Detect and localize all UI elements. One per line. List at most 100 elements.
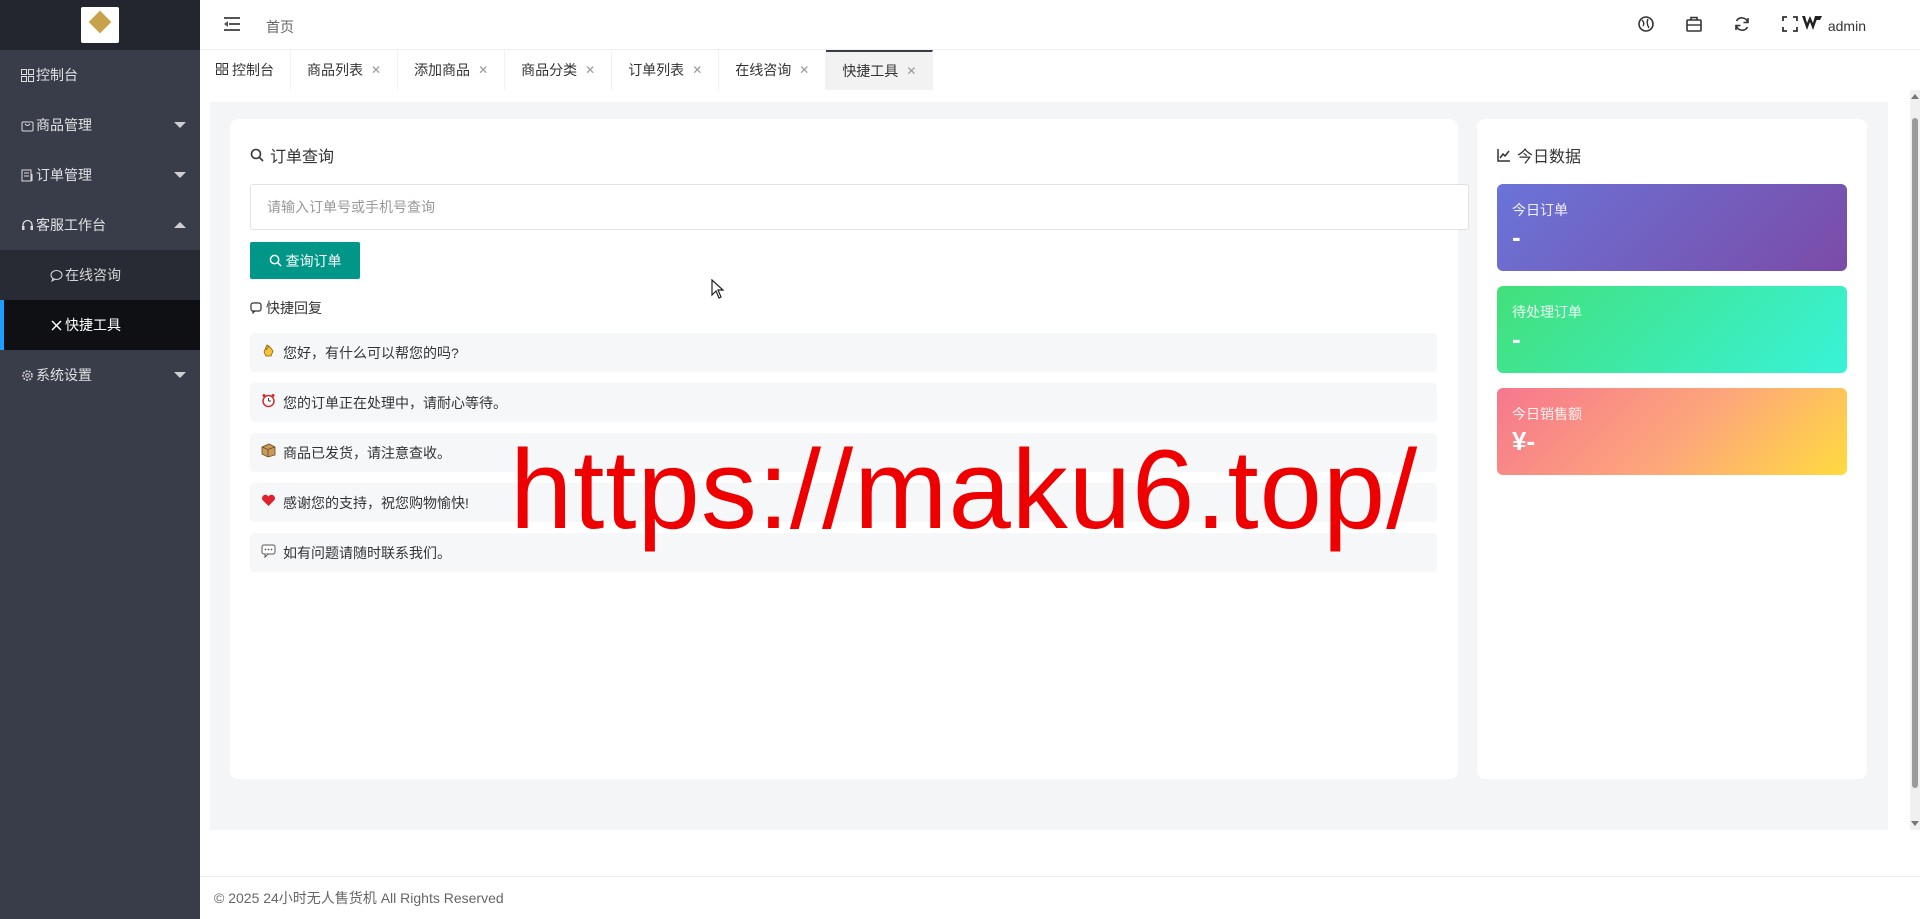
user-menu[interactable]: admin <box>1801 15 1866 36</box>
stat-value: - <box>1512 324 1521 354</box>
sidebar: 控制台 商品管理 订单管理 客服工作台 在线咨询 快捷工具 系统设置 <box>0 0 200 919</box>
query-order-button-label: 查询订单 <box>285 252 342 269</box>
fullscreen-icon[interactable] <box>1781 15 1799 33</box>
scroll-down-icon[interactable] <box>1911 821 1919 826</box>
menu-toggle-icon[interactable] <box>224 17 240 31</box>
quick-reply-text: 您好，有什么可以帮您的吗? <box>283 344 459 361</box>
tab-label: 订单列表 <box>628 62 685 78</box>
stat-label: 今日订单 <box>1512 202 1568 218</box>
speech-bubble-icon <box>261 543 277 562</box>
quick-reply-item[interactable]: 您好，有什么可以帮您的吗? <box>250 333 1437 372</box>
order-search-input[interactable] <box>250 184 1469 230</box>
search-icon <box>269 254 282 267</box>
tab-label: 添加商品 <box>414 62 471 78</box>
quick-reply-text: 商品已发货，请注意查收。 <box>283 444 451 461</box>
logo-image <box>81 7 119 43</box>
gear-icon <box>20 368 34 382</box>
stat-pending-orders: 待处理订单 - <box>1497 286 1847 373</box>
sidebar-item-dashboard[interactable]: 控制台 <box>0 50 200 100</box>
quick-reply-text: 如有问题请随时联系我们。 <box>283 544 451 561</box>
vertical-scrollbar[interactable] <box>1910 90 1920 830</box>
logo[interactable] <box>0 0 200 50</box>
copyright-text: © 2025 24小时无人售货机 All Rights Reserved <box>214 890 504 906</box>
tab-label: 在线咨询 <box>735 62 792 78</box>
sidebar-item-quick-tools[interactable]: 快捷工具 <box>0 300 200 350</box>
card-title: 订单查询 <box>250 143 334 167</box>
tab-add-product[interactable]: 添加商品 ✕ <box>398 50 506 90</box>
bag-icon <box>20 118 34 132</box>
quick-reply-title-label: 快捷回复 <box>266 300 322 316</box>
tab-online-consult[interactable]: 在线咨询 ✕ <box>719 50 827 90</box>
sidebar-item-service[interactable]: 客服工作台 <box>0 200 200 250</box>
sidebar-item-label: 系统设置 <box>36 367 92 383</box>
quick-reply-text: 感谢您的支持，祝您购物愉快! <box>283 494 469 511</box>
tools-icon <box>50 319 63 332</box>
chevron-up-icon <box>174 222 186 228</box>
tab-label: 快捷工具 <box>842 63 899 79</box>
sidebar-item-label: 客服工作台 <box>36 217 106 233</box>
sidebar-item-orders[interactable]: 订单管理 <box>0 150 200 200</box>
search-icon <box>250 148 264 162</box>
tab-label: 控制台 <box>232 62 274 78</box>
watermark-text: https://maku6.top/ <box>510 427 1419 552</box>
footer: © 2025 24小时无人售货机 All Rights Reserved <box>200 876 1920 919</box>
close-icon[interactable]: ✕ <box>906 64 916 78</box>
stat-label: 待处理订单 <box>1512 304 1582 320</box>
top-header: 首页 admin <box>200 0 1920 50</box>
user-logo-icon <box>1801 15 1822 36</box>
message-icon <box>250 302 262 314</box>
chevron-down-icon <box>174 122 186 128</box>
stat-value: ¥- <box>1512 426 1536 456</box>
tab-dashboard[interactable]: 控制台 <box>200 50 291 90</box>
chat-bubble-icon <box>50 269 63 282</box>
close-icon[interactable]: ✕ <box>692 63 702 77</box>
order-query-title: 订单查询 <box>270 149 335 166</box>
chevron-down-icon <box>174 172 186 178</box>
order-list-icon <box>20 168 34 182</box>
close-icon[interactable]: ✕ <box>585 63 595 77</box>
tab-bar: 控制台 商品列表 ✕ 添加商品 ✕ 商品分类 ✕ 订单列表 ✕ 在线咨询 ✕ 快捷工具 ✕ <box>200 50 1920 90</box>
close-icon[interactable]: ✕ <box>478 63 488 77</box>
line-chart-icon <box>1497 149 1510 162</box>
quick-reply-text: 您的订单正在处理中，请耐心等待。 <box>283 394 507 411</box>
heart-icon <box>261 493 277 512</box>
sidebar-item-label: 在线咨询 <box>65 267 121 283</box>
query-order-button[interactable]: 查询订单 <box>250 242 360 279</box>
user-name: admin <box>1827 17 1866 34</box>
dashboard-icon <box>216 62 228 78</box>
today-data-card: 今日数据 今日订单 - 待处理订单 - 今日销售额 ¥- <box>1477 119 1867 779</box>
dashboard-icon <box>20 68 34 82</box>
tab-quick-tools[interactable]: 快捷工具 ✕ <box>826 50 934 90</box>
chevron-down-icon <box>174 372 186 378</box>
alarm-clock-icon <box>261 393 277 412</box>
scrollbar-thumb[interactable] <box>1912 118 1918 788</box>
globe-icon[interactable] <box>1637 15 1655 33</box>
package-icon <box>261 443 277 462</box>
breadcrumb[interactable]: 首页 <box>266 17 294 37</box>
briefcase-icon[interactable] <box>1685 15 1703 33</box>
submenu-service: 在线咨询 快捷工具 <box>0 250 200 350</box>
today-data-title: 今日数据 <box>1517 149 1582 166</box>
stat-label: 今日销售额 <box>1512 406 1582 422</box>
sidebar-item-label: 订单管理 <box>36 167 92 183</box>
sidebar-item-label: 快捷工具 <box>65 317 121 333</box>
refresh-icon[interactable] <box>1733 15 1751 33</box>
sidebar-item-settings[interactable]: 系统设置 <box>0 350 200 400</box>
tab-label: 商品列表 <box>307 62 363 78</box>
tab-label: 商品分类 <box>521 62 578 78</box>
stat-value: - <box>1512 222 1521 252</box>
sidebar-item-online-consult[interactable]: 在线咨询 <box>0 250 200 300</box>
tab-product-list[interactable]: 商品列表 ✕ <box>291 50 399 90</box>
tab-product-category[interactable]: 商品分类 ✕ <box>505 50 613 90</box>
quick-reply-item[interactable]: 您的订单正在处理中，请耐心等待。 <box>250 383 1437 422</box>
stat-today-sales: 今日销售额 ¥- <box>1497 388 1847 475</box>
sidebar-item-products[interactable]: 商品管理 <box>0 100 200 150</box>
close-icon[interactable]: ✕ <box>371 63 381 77</box>
card-title: 今日数据 <box>1497 143 1581 167</box>
close-icon[interactable]: ✕ <box>799 63 809 77</box>
scroll-up-icon[interactable] <box>1911 94 1919 99</box>
sidebar-item-label: 商品管理 <box>36 117 92 133</box>
clapping-hands-icon <box>261 343 277 362</box>
tab-order-list[interactable]: 订单列表 ✕ <box>612 50 720 90</box>
mouse-cursor-icon <box>711 279 725 299</box>
